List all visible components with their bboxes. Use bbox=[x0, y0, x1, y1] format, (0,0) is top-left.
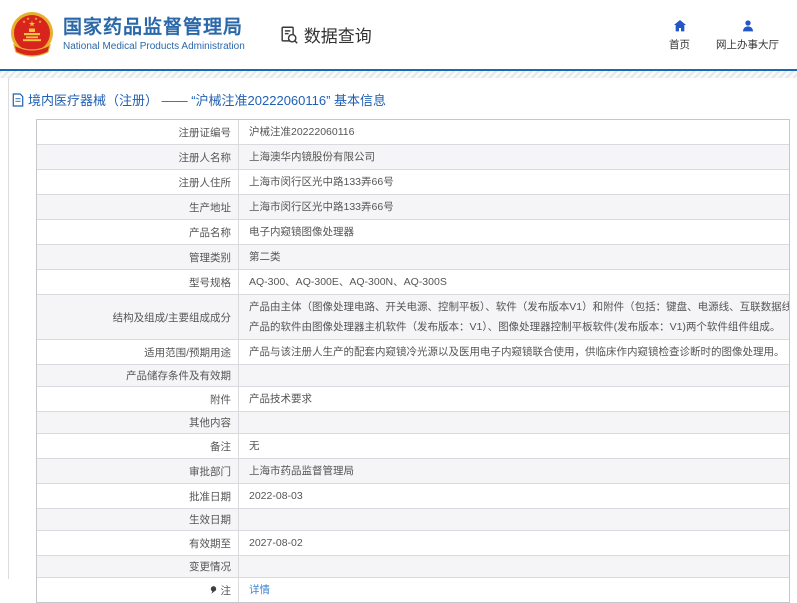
row-label: 变更情况 bbox=[189, 561, 231, 573]
row-value: 2022-08-03 bbox=[238, 484, 789, 508]
row-label: 有效期至 bbox=[189, 537, 231, 550]
table-row: 有效期至 2027-08-02 bbox=[37, 530, 789, 555]
org-name-en: National Medical Products Administration bbox=[63, 41, 245, 52]
row-label: 注册证编号 bbox=[178, 126, 232, 139]
row-value: 第二类 bbox=[238, 245, 789, 269]
table-row: 注详情 bbox=[37, 577, 789, 602]
nav-home-label: 首页 bbox=[669, 38, 690, 51]
row-label: 其他内容 bbox=[189, 417, 231, 429]
nmpa-logo: ★ ★ ★ ★ ★ 国家药品监督管理局 National Medical Pro… bbox=[8, 11, 245, 59]
row-label: 审批部门 bbox=[189, 465, 231, 478]
row-value: 沪械注准20222060116 bbox=[238, 120, 789, 144]
document-icon bbox=[12, 92, 24, 107]
table-row: 其他内容 bbox=[37, 411, 789, 433]
table-row: 结构及组成/主要组成成分 产品由主体（图像处理电路、开关电源、控制平板）、软件（发… bbox=[37, 294, 789, 339]
row-label: 适用范围/预期用途 bbox=[144, 346, 231, 359]
row-label: 批准日期 bbox=[189, 490, 231, 503]
hatch-band bbox=[0, 71, 797, 78]
row-value: 无 bbox=[238, 434, 789, 458]
row-value: 产品由主体（图像处理电路、开关电源、控制平板）、软件（发布版本V1）和附件（包括… bbox=[238, 295, 789, 339]
row-label: 备注 bbox=[210, 440, 231, 453]
user-icon bbox=[742, 19, 753, 31]
row-label: 产品名称 bbox=[189, 226, 231, 239]
row-value bbox=[238, 509, 789, 530]
row-label: 产品储存条件及有效期 bbox=[126, 370, 231, 382]
page-title-text: 境内医疗器械（注册） —— “沪械注准20222060116” 基本信息 bbox=[28, 93, 387, 108]
row-value: 上海市药品监督管理局 bbox=[238, 459, 789, 483]
nav-home[interactable]: 首页 bbox=[669, 18, 690, 52]
table-row: 注册人住所 上海市闵行区光中路133弄66号 bbox=[37, 169, 789, 194]
data-query-tab[interactable]: 数据查询 bbox=[279, 22, 372, 47]
nav-service-hall-label: 网上办事大厅 bbox=[716, 38, 779, 51]
row-label: 结构及组成/主要组成成分 bbox=[112, 311, 231, 324]
row-value: AQ-300、AQ-300E、AQ-300N、AQ-300S bbox=[238, 270, 789, 294]
row-label: 生产地址 bbox=[189, 201, 231, 214]
row-value bbox=[238, 556, 789, 577]
row-value: 上海市闵行区光中路133弄66号 bbox=[238, 195, 789, 219]
row-label: 注 bbox=[37, 578, 238, 602]
top-nav: 首页 网上办事大厅 bbox=[669, 18, 783, 52]
table-row: 产品名称 电子内窥镜图像处理器 bbox=[37, 219, 789, 244]
table-row: 型号规格 AQ-300、AQ-300E、AQ-300N、AQ-300S bbox=[37, 269, 789, 294]
table-row: 适用范围/预期用途 产品与该注册人生产的配套内窥镜冷光源以及医用电子内窥镜联合使用… bbox=[37, 339, 789, 364]
table-row: 注册证编号 沪械注准20222060116 bbox=[37, 120, 789, 144]
table-row: 注册人名称 上海澳华内镜股份有限公司 bbox=[37, 144, 789, 169]
row-label: 生效日期 bbox=[189, 514, 231, 526]
national-emblem-icon: ★ ★ ★ ★ ★ bbox=[11, 11, 53, 57]
row-label: 附件 bbox=[210, 393, 231, 406]
row-value: 详情 bbox=[238, 578, 789, 602]
note-pin-icon bbox=[210, 586, 216, 594]
table-row: 备注无 bbox=[37, 433, 789, 458]
row-label: 管理类别 bbox=[189, 251, 231, 264]
table-row: 批准日期 2022-08-03 bbox=[37, 483, 789, 508]
table-row: 产品储存条件及有效期 bbox=[37, 364, 789, 386]
table-row: 审批部门 上海市药品监督管理局 bbox=[37, 458, 789, 483]
row-value: 2027-08-02 bbox=[238, 531, 789, 555]
registration-info-table: 注册证编号 沪械注准20222060116 注册人名称 上海澳华内镜股份有限公司 注册人… bbox=[36, 119, 790, 603]
home-icon bbox=[673, 19, 686, 31]
content-panel: 境内医疗器械（注册） —— “沪械注准20222060116” 基本信息 注册证… bbox=[8, 78, 797, 603]
data-query-label: 数据查询 bbox=[303, 27, 372, 46]
table-row: 附件 产品技术要求 bbox=[37, 386, 789, 411]
row-label: 注册人名称 bbox=[178, 151, 232, 164]
detail-link[interactable]: 详情 bbox=[249, 580, 270, 600]
row-label: 型号规格 bbox=[189, 276, 231, 289]
nav-service-hall[interactable]: 网上办事大厅 bbox=[716, 18, 779, 52]
row-value: 电子内窥镜图像处理器 bbox=[238, 220, 789, 244]
org-name-cn: 国家药品监督管理局 bbox=[63, 17, 244, 38]
doc-search-icon bbox=[281, 26, 298, 44]
row-value: 上海澳华内镜股份有限公司 bbox=[238, 145, 789, 169]
page-title: 境内医疗器械（注册） —— “沪械注准20222060116” 基本信息 bbox=[12, 90, 797, 109]
row-value bbox=[238, 412, 789, 433]
row-label: 注册人住所 bbox=[178, 176, 232, 189]
site-header: ★ ★ ★ ★ ★ 国家药品监督管理局 National Medical Pro… bbox=[0, 0, 797, 69]
svg-text:★: ★ bbox=[26, 16, 30, 21]
row-value bbox=[238, 365, 789, 386]
row-value: 产品技术要求 bbox=[238, 387, 789, 411]
table-row: 管理类别 第二类 bbox=[37, 244, 789, 269]
table-row: 生效日期 bbox=[37, 508, 789, 530]
row-value: 产品与该注册人生产的配套内窥镜冷光源以及医用电子内窥镜联合使用，供临床作内窥镜检… bbox=[238, 340, 789, 364]
svg-text:★: ★ bbox=[38, 19, 42, 24]
row-value: 上海市闵行区光中路133弄66号 bbox=[238, 170, 789, 194]
table-row: 变更情况 bbox=[37, 555, 789, 577]
table-row: 生产地址 上海市闵行区光中路133弄66号 bbox=[37, 194, 789, 219]
